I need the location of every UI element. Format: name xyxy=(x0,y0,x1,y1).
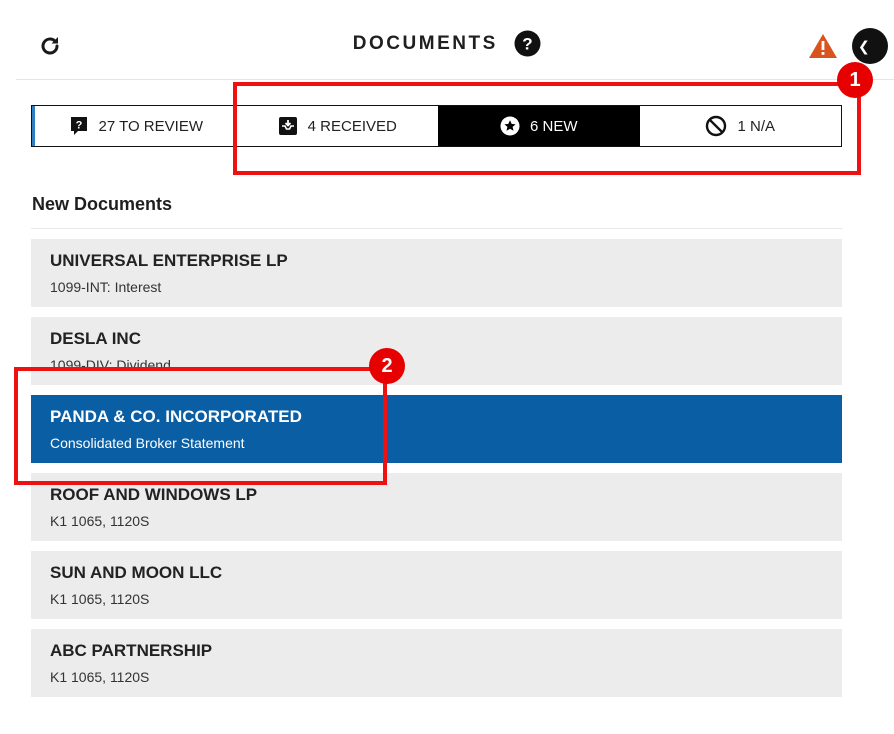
document-type: K1 1065, 1120S xyxy=(50,669,150,685)
document-issuer: SUN AND MOON LLC xyxy=(50,563,223,582)
document-issuer: UNIVERSAL ENTERPRISE LP xyxy=(50,251,288,270)
warning-triangle-icon[interactable] xyxy=(808,33,838,59)
tab-received[interactable]: 4 RECEIVED xyxy=(237,106,439,146)
title-group: DOCUMENTS ? xyxy=(0,30,894,57)
document-row[interactable]: UNIVERSAL ENTERPRISE LP 1099-INT: Intere… xyxy=(31,239,842,307)
tab-new[interactable]: 6 NEW xyxy=(438,106,640,146)
document-issuer: DESLA INC xyxy=(50,329,141,348)
document-row[interactable]: ROOF AND WINDOWS LP K1 1065, 1120S xyxy=(31,473,842,541)
annotation-badge-1: 1 xyxy=(837,62,873,98)
inbox-download-icon xyxy=(278,117,297,135)
page-title: DOCUMENTS xyxy=(352,32,498,54)
chevron-left-icon: ❮ xyxy=(858,38,870,54)
document-type: K1 1065, 1120S xyxy=(50,513,150,529)
document-type: K1 1065, 1120S xyxy=(50,591,150,607)
document-row[interactable]: SUN AND MOON LLC K1 1065, 1120S xyxy=(31,551,842,619)
document-list: UNIVERSAL ENTERPRISE LP 1099-INT: Intere… xyxy=(31,239,842,707)
tab-label: 4 RECEIVED xyxy=(307,117,397,135)
tab-label: 27 TO REVIEW xyxy=(98,117,203,135)
document-issuer: ROOF AND WINDOWS LP xyxy=(50,485,258,504)
section-title: New Documents xyxy=(32,194,173,214)
tab-to-review[interactable]: ? 27 TO REVIEW xyxy=(32,106,237,146)
document-status-tabs: ? 27 TO REVIEW 4 RECEIVED 6 NEW 1 N/A xyxy=(31,105,842,147)
tab-label: 6 NEW xyxy=(529,117,578,135)
tab-not-applicable[interactable]: 1 N/A xyxy=(640,106,842,146)
document-row[interactable]: ABC PARTNERSHIP K1 1065, 1120S xyxy=(31,629,842,697)
header-divider xyxy=(16,79,894,80)
collapse-panel-button[interactable]: ❮ xyxy=(852,28,888,64)
annotation-badge-2: 2 xyxy=(369,348,405,384)
document-row[interactable]: DESLA INC 1099-DIV: Dividend xyxy=(31,317,842,385)
document-issuer: ABC PARTNERSHIP xyxy=(50,641,213,660)
top-header: DOCUMENTS ? ❮ xyxy=(0,0,894,80)
section-divider xyxy=(31,228,842,229)
star-circle-icon xyxy=(500,116,520,136)
document-type: 1099-INT: Interest xyxy=(50,279,162,295)
tab-label: 1 N/A xyxy=(737,117,775,135)
help-circle-icon[interactable]: ? xyxy=(514,30,541,57)
svg-text:?: ? xyxy=(75,120,82,132)
document-issuer: PANDA & CO. INCORPORATED xyxy=(50,407,302,426)
document-row-selected[interactable]: PANDA & CO. INCORPORATED Consolidated Br… xyxy=(31,395,842,463)
question-chat-icon: ? xyxy=(70,117,87,135)
prohibited-icon xyxy=(706,115,727,137)
svg-text:?: ? xyxy=(523,35,533,54)
document-type: 1099-DIV: Dividend xyxy=(50,357,171,373)
document-type: Consolidated Broker Statement xyxy=(50,435,245,451)
